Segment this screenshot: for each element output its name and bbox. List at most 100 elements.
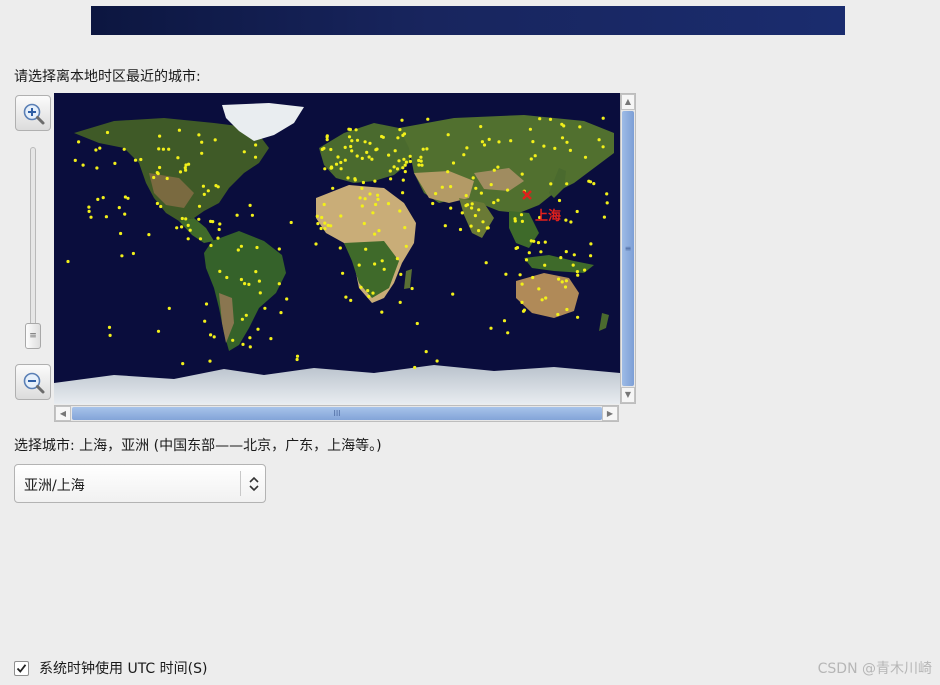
- city-dot[interactable]: [363, 140, 367, 144]
- city-dot[interactable]: [531, 140, 535, 144]
- city-dot[interactable]: [184, 217, 188, 221]
- city-dot[interactable]: [419, 155, 423, 159]
- city-dot[interactable]: [104, 215, 108, 219]
- city-dot[interactable]: [392, 165, 396, 169]
- city-dot[interactable]: [209, 333, 213, 337]
- city-dot[interactable]: [367, 155, 371, 159]
- city-dot[interactable]: [602, 215, 607, 219]
- city-dot[interactable]: [572, 253, 576, 257]
- city-dot[interactable]: [209, 243, 213, 248]
- city-dot[interactable]: [198, 237, 203, 241]
- scroll-down-arrow-icon[interactable]: ▼: [621, 387, 635, 403]
- horizontal-scroll-thumb[interactable]: III: [72, 407, 602, 420]
- city-dot[interactable]: [235, 213, 239, 217]
- city-dot[interactable]: [325, 138, 329, 142]
- city-dot[interactable]: [564, 279, 568, 283]
- city-dot[interactable]: [254, 270, 258, 274]
- city-dot[interactable]: [253, 155, 258, 159]
- city-dot[interactable]: [329, 147, 333, 152]
- city-dot[interactable]: [181, 362, 185, 366]
- city-dot[interactable]: [156, 329, 161, 333]
- city-dot[interactable]: [329, 224, 333, 228]
- city-dot[interactable]: [346, 176, 350, 180]
- city-dot[interactable]: [528, 127, 532, 131]
- city-dot[interactable]: [225, 275, 229, 280]
- city-dot[interactable]: [320, 215, 324, 220]
- city-dot[interactable]: [480, 140, 484, 144]
- city-dot[interactable]: [560, 136, 565, 140]
- city-dot[interactable]: [81, 163, 85, 167]
- city-dot[interactable]: [105, 130, 110, 135]
- city-dot[interactable]: [576, 315, 580, 319]
- city-dot[interactable]: [187, 162, 191, 166]
- city-dot[interactable]: [240, 317, 244, 321]
- city-dot[interactable]: [601, 116, 605, 120]
- city-dot[interactable]: [408, 159, 412, 164]
- city-dot[interactable]: [578, 125, 582, 129]
- city-dot[interactable]: [368, 141, 372, 145]
- city-dot[interactable]: [66, 259, 70, 264]
- city-dot[interactable]: [322, 202, 326, 207]
- city-dot[interactable]: [565, 182, 569, 186]
- city-dot[interactable]: [113, 161, 117, 165]
- city-dot[interactable]: [269, 337, 273, 341]
- city-dot[interactable]: [323, 221, 327, 225]
- city-dot[interactable]: [583, 268, 587, 272]
- city-dot[interactable]: [341, 271, 345, 275]
- city-dot[interactable]: [201, 184, 205, 188]
- city-dot[interactable]: [339, 167, 343, 171]
- city-dot[interactable]: [451, 161, 456, 165]
- city-dot[interactable]: [355, 138, 360, 142]
- city-dot[interactable]: [357, 263, 361, 267]
- city-dot[interactable]: [562, 124, 566, 128]
- city-dot[interactable]: [197, 133, 201, 137]
- city-dot[interactable]: [529, 157, 533, 161]
- city-dot[interactable]: [375, 147, 379, 151]
- city-dot[interactable]: [469, 224, 473, 228]
- city-dot[interactable]: [583, 155, 588, 159]
- city-dot[interactable]: [401, 191, 405, 195]
- city-dot[interactable]: [147, 233, 151, 237]
- city-dot[interactable]: [354, 128, 358, 132]
- city-dot[interactable]: [458, 227, 463, 232]
- city-dot[interactable]: [204, 302, 209, 306]
- zoom-slider-handle[interactable]: ≡: [25, 323, 41, 349]
- city-dot[interactable]: [360, 186, 364, 190]
- city-dot[interactable]: [400, 118, 404, 122]
- city-dot[interactable]: [133, 158, 138, 162]
- city-dot[interactable]: [155, 201, 159, 206]
- city-dot[interactable]: [186, 237, 190, 241]
- city-dot[interactable]: [365, 150, 369, 154]
- city-dot[interactable]: [349, 298, 353, 302]
- city-dot[interactable]: [376, 197, 380, 201]
- city-dot[interactable]: [349, 144, 353, 149]
- city-dot[interactable]: [159, 204, 163, 209]
- city-dot[interactable]: [410, 286, 414, 291]
- city-dot[interactable]: [380, 259, 384, 263]
- city-dot[interactable]: [368, 192, 372, 196]
- city-dot[interactable]: [87, 209, 91, 213]
- city-dot[interactable]: [248, 336, 252, 340]
- city-dot[interactable]: [544, 296, 548, 300]
- city-dot[interactable]: [158, 134, 162, 138]
- city-dot[interactable]: [177, 128, 181, 132]
- city-dot[interactable]: [413, 365, 417, 370]
- city-dot[interactable]: [208, 359, 212, 363]
- city-dot[interactable]: [520, 219, 524, 223]
- city-dot[interactable]: [241, 342, 245, 346]
- city-dot[interactable]: [575, 209, 579, 214]
- city-dot[interactable]: [73, 158, 77, 162]
- city-dot[interactable]: [152, 175, 156, 180]
- city-dot[interactable]: [415, 321, 419, 326]
- city-dot[interactable]: [197, 204, 202, 208]
- city-dot[interactable]: [343, 145, 347, 149]
- city-dot[interactable]: [263, 306, 267, 310]
- city-dot[interactable]: [250, 213, 254, 217]
- city-dot[interactable]: [247, 282, 251, 286]
- city-dot[interactable]: [243, 282, 247, 286]
- city-dot[interactable]: [465, 203, 470, 207]
- city-dot[interactable]: [123, 195, 127, 199]
- city-dot[interactable]: [592, 182, 596, 186]
- city-dot[interactable]: [374, 202, 378, 207]
- city-dot[interactable]: [425, 147, 429, 151]
